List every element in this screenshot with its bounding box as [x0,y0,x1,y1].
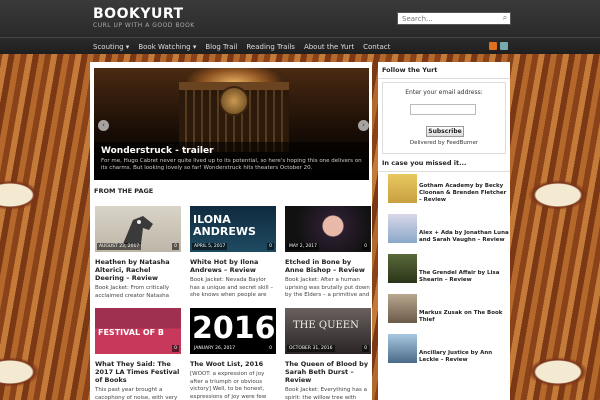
rss-icon[interactable] [489,42,497,50]
follow-widget: Enter your email address: Subscribe Deli… [382,82,506,154]
search-icon[interactable]: ⌕ [500,13,510,23]
gotham-academy-thumb[interactable] [388,174,417,203]
post-title[interactable]: Heathen by Natasha Alterici, Rachel Deer… [95,258,181,282]
email-label: Enter your email address: [405,89,483,96]
list-item[interactable]: Alex + Ada by Jonathan Luna and Sarah Va… [382,214,510,244]
post-title[interactable]: What They Said: The 2017 LA Times Festiv… [95,360,181,384]
comment-count[interactable]: 0 [172,345,179,352]
slider-prev-button[interactable]: ‹ [98,120,109,131]
post-excerpt: Book Jacket: After a human uprising was … [285,277,370,298]
list-item[interactable]: Markus Zusak on The Book Thief [382,294,510,324]
subscribe-button[interactable]: Subscribe [426,126,464,137]
post-title[interactable]: The Queen of Blood by Sarah Beth Durst –… [285,360,371,384]
post-date: APRIL 5, 2017 [192,243,228,250]
list-item-title[interactable]: Alex + Ada by Jonathan Luna and Sarah Va… [419,230,509,244]
thumb-text: 2016 [192,311,276,346]
nav-book-watching[interactable]: Book Watching ▾ [138,43,196,51]
alex-ada-thumb[interactable] [388,214,417,243]
list-item-title[interactable]: Gotham Academy by Becky Cloonan & Brende… [419,183,509,204]
follow-widget-title: Follow the Yurt [378,62,510,79]
post-excerpt: Book Jacket: From critically acclaimed c… [95,285,170,299]
site-header: BOOKYURT CURL UP WITH A GOOD BOOK ⌕ [0,0,600,37]
post-date: MAY 2, 2017 [287,243,319,250]
section-title: FROM THE PAGE [94,187,154,195]
slider-next-button[interactable]: › [358,120,369,131]
nav-about[interactable]: About the Yurt [304,43,354,51]
post-title[interactable]: Etched in Bone by Anne Bishop – Review [285,258,371,274]
nav-scouting[interactable]: Scouting ▾ [93,43,129,51]
post-date: JANUARY 26, 2017 [192,345,238,352]
post-thumbnail[interactable]: AUGUST 23, 2017 0 [95,206,181,252]
list-item[interactable]: Ancillary Justice by Ann Leckie – Review [382,334,510,364]
list-item[interactable]: The Grendel Affair by Lisa Shearin – Rev… [382,254,510,284]
thumb-text: THE QUEEN [293,320,359,331]
nav-contact[interactable]: Contact [363,43,390,51]
post-card[interactable]: 2016 JANUARY 26, 2017 0 The Woot List, 2… [190,308,276,400]
comment-count[interactable]: 0 [267,345,274,352]
markus-zusak-thumb[interactable] [388,294,417,323]
post-excerpt: [WOOT: a expression of joy after a trium… [190,371,267,400]
main-content: ‹ › Wonderstruck - trailer For me, Hugo … [90,62,372,400]
sidebar: Follow the Yurt Enter your email address… [378,62,510,400]
comment-count[interactable]: 0 [362,243,369,250]
post-thumbnail[interactable]: FESTIVAL OF B 0 [95,308,181,354]
site-tagline: CURL UP WITH A GOOD BOOK [93,22,195,29]
post-date: OCTOBER 31, 2016 [287,345,335,352]
post-thumbnail[interactable]: 2016 JANUARY 26, 2017 0 [190,308,276,354]
list-item[interactable]: Gotham Academy by Becky Cloonan & Brende… [382,174,510,204]
post-date: AUGUST 23, 2017 [97,243,142,250]
comment-count[interactable]: 0 [362,345,369,352]
post-card[interactable]: ILONA ANDREWS APRIL 5, 2017 0 White Hot … [190,206,276,300]
post-thumbnail[interactable]: MAY 2, 2017 0 [285,206,371,252]
post-card[interactable]: MAY 2, 2017 0 Etched in Bone by Anne Bis… [285,206,371,300]
thumb-text: ILONA ANDREWS [193,213,256,238]
list-item-title[interactable]: Markus Zusak on The Book Thief [419,310,509,324]
post-thumbnail[interactable]: ILONA ANDREWS APRIL 5, 2017 0 [190,206,276,252]
main-nav: Scouting ▾ Book Watching ▾ Blog Trail Re… [0,37,600,54]
site-logo[interactable]: BOOKYURT [93,6,184,22]
thumb-text: FESTIVAL OF B [98,328,164,337]
comment-count[interactable]: 0 [267,243,274,250]
clock-image [219,86,249,116]
nav-blog-trail[interactable]: Blog Trail [205,43,237,51]
email-input[interactable] [410,104,476,115]
post-title[interactable]: White Hot by Ilona Andrews – Review [190,258,276,274]
feedburner-credit: Delivered by FeedBurner [409,140,479,146]
post-title[interactable]: The Woot List, 2016 [190,360,276,368]
slide-title[interactable]: Wonderstruck - trailer [101,146,362,156]
list-item-title[interactable]: Ancillary Justice by Ann Leckie – Review [419,350,509,364]
ancillary-justice-thumb[interactable] [388,334,417,363]
post-excerpt: Book Jacket: Everything has a spirit: th… [285,387,367,400]
post-thumbnail[interactable]: THE QUEEN OCTOBER 31, 2016 0 [285,308,371,354]
search-input[interactable] [397,12,511,25]
comment-count[interactable]: 0 [172,243,179,250]
nav-reading-trails[interactable]: Reading Trails [246,43,295,51]
grendel-affair-thumb[interactable] [388,254,417,283]
twitter-icon[interactable] [500,42,508,50]
post-excerpt: This past year brought a cacophony of no… [95,387,178,400]
slide-caption: Wonderstruck - trailer For me, Hugo Cabr… [94,142,369,180]
post-excerpt: Book Jacket: Nevada Baylor has a unique … [190,277,274,298]
missed-widget-title: In case you missed it... [378,155,510,172]
post-card[interactable]: THE QUEEN OCTOBER 31, 2016 0 The Queen o… [285,308,371,400]
list-item-title[interactable]: The Grendel Affair by Lisa Shearin – Rev… [419,270,509,284]
featured-slider[interactable]: ‹ › Wonderstruck - trailer For me, Hugo … [94,68,369,180]
post-card[interactable]: FESTIVAL OF B 0 What They Said: The 2017… [95,308,181,400]
post-card[interactable]: AUGUST 23, 2017 0 Heathen by Natasha Alt… [95,206,181,300]
slide-text: For me, Hugo Cabret never quite lived up… [101,158,362,171]
